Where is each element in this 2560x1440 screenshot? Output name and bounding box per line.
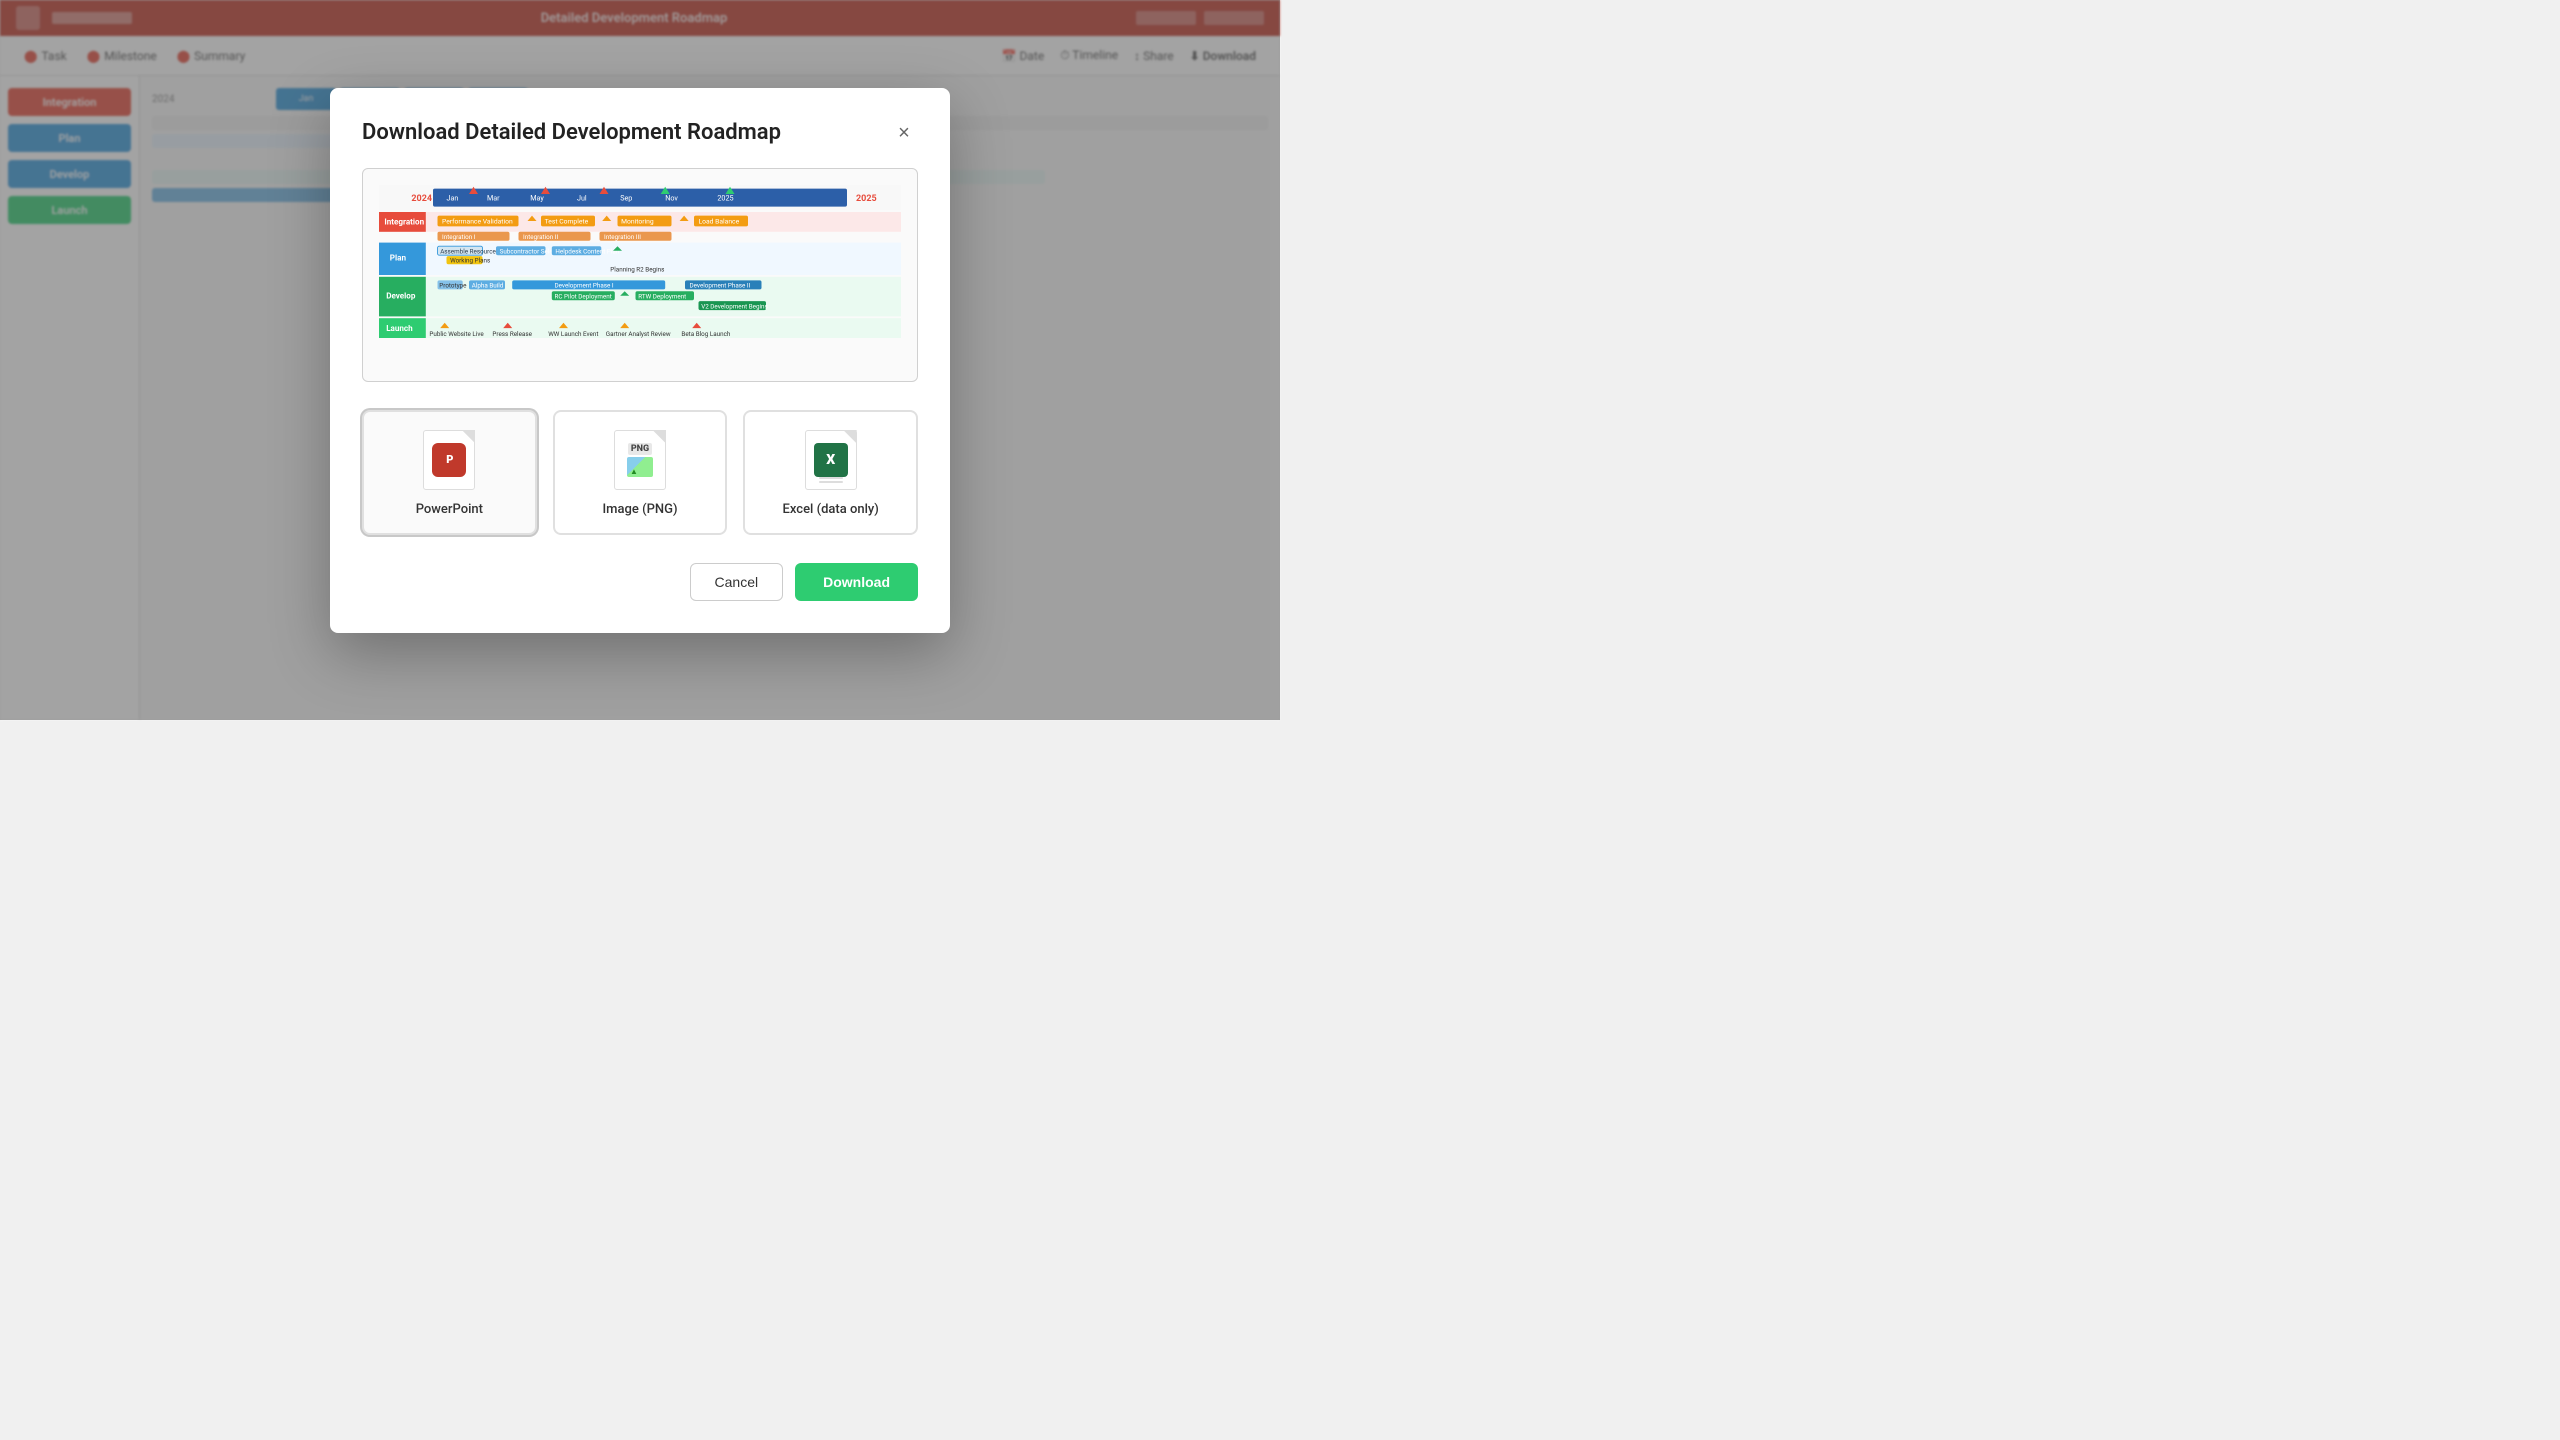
svg-text:Gartner Analyst Review: Gartner Analyst Review (606, 330, 671, 338)
gantt-preview-area: 2024 2025 Jan Mar May Jul Sep Nov 2025 E… (362, 168, 918, 382)
powerpoint-icon: P (421, 428, 477, 492)
svg-text:Release Candidate: Release Candidate (649, 185, 702, 187)
powerpoint-label: PowerPoint (416, 502, 483, 517)
svg-text:Monitoring: Monitoring (621, 217, 654, 225)
svg-text:WW Launch Event: WW Launch Event (548, 330, 598, 338)
svg-text:Integration III: Integration III (604, 233, 641, 241)
svg-text:Alpha Build: Alpha Build (472, 281, 504, 289)
svg-text:Mar: Mar (487, 193, 500, 202)
svg-text:Integration I: Integration I (442, 233, 476, 241)
svg-text:Sep: Sep (620, 193, 632, 202)
svg-text:Jan: Jan (447, 193, 459, 202)
svg-text:Assemble Resources: Assemble Resources (440, 247, 499, 255)
png-inner: PNG (627, 443, 653, 477)
svg-text:Final Release: Final Release (714, 185, 752, 187)
svg-text:Beta Release: Beta Release (591, 185, 628, 187)
svg-text:Nov: Nov (665, 193, 678, 202)
xls-inner: X (814, 443, 848, 477)
format-option-png[interactable]: PNG Image (PNG) (553, 410, 728, 535)
svg-text:Planning R2 Begins: Planning R2 Begins (610, 265, 664, 273)
excel-icon-container: X (803, 428, 859, 492)
svg-text:Jul: Jul (577, 193, 587, 202)
svg-text:Test Complete: Test Complete (545, 217, 589, 225)
svg-text:2025: 2025 (717, 193, 733, 202)
svg-text:Plan: Plan (390, 252, 407, 262)
modal-header: Download Detailed Development Roadmap × (362, 120, 918, 148)
png-label: Image (PNG) (603, 502, 678, 517)
svg-text:Subcontractor Select.: Subcontractor Select. (500, 247, 560, 255)
svg-text:Working Plans: Working Plans (450, 256, 490, 264)
svg-text:Performance Validation: Performance Validation (442, 217, 513, 225)
svg-text:Develop: Develop (386, 290, 416, 300)
modal-title: Download Detailed Development Roadmap (362, 120, 781, 145)
excel-label: Excel (data only) (783, 502, 879, 517)
svg-text:2025: 2025 (856, 194, 877, 204)
svg-text:Integration II: Integration II (523, 233, 558, 241)
svg-text:Launch: Launch (386, 322, 413, 332)
svg-text:Public Website Live: Public Website Live (429, 330, 484, 338)
svg-text:Executive Review: Executive Review (460, 185, 508, 187)
format-option-excel[interactable]: X Excel (data only) (743, 410, 918, 535)
svg-text:Development Phase I: Development Phase I (555, 281, 614, 289)
format-option-powerpoint[interactable]: P PowerPoint (362, 410, 537, 535)
svg-text:RC Pilot Deployment: RC Pilot Deployment (555, 292, 612, 300)
svg-text:Executive Decision: Executive Decision (532, 185, 585, 187)
svg-text:Load Balance: Load Balance (699, 217, 740, 225)
svg-text:Beta Blog Launch: Beta Blog Launch (681, 330, 731, 338)
svg-text:Integration: Integration (384, 216, 424, 226)
ppt-inner: P (432, 443, 466, 477)
modal-footer: Cancel Download (362, 563, 918, 601)
gantt-preview-svg: 2024 2025 Jan Mar May Jul Sep Nov 2025 E… (379, 185, 901, 365)
close-button[interactable]: × (890, 120, 918, 148)
png-icon-container: PNG (612, 428, 668, 492)
download-modal: Download Detailed Development Roadmap × … (330, 88, 950, 633)
modal-overlay: Download Detailed Development Roadmap × … (0, 0, 1280, 720)
svg-text:Press Release: Press Release (492, 330, 532, 338)
cancel-button[interactable]: Cancel (690, 563, 784, 601)
svg-text:2024: 2024 (411, 194, 432, 204)
svg-text:May: May (530, 193, 544, 202)
svg-text:V2 Development Begins: V2 Development Begins (701, 302, 768, 310)
svg-text:Development Phase II: Development Phase II (690, 281, 751, 289)
svg-text:Helpdesk Content Plan: Helpdesk Content Plan (555, 247, 619, 255)
format-options: P PowerPoint PNG Image (PNG) (362, 410, 918, 535)
svg-text:RTW Deployment: RTW Deployment (638, 292, 686, 300)
download-button[interactable]: Download (795, 563, 918, 601)
svg-text:Prototype: Prototype (439, 281, 467, 289)
